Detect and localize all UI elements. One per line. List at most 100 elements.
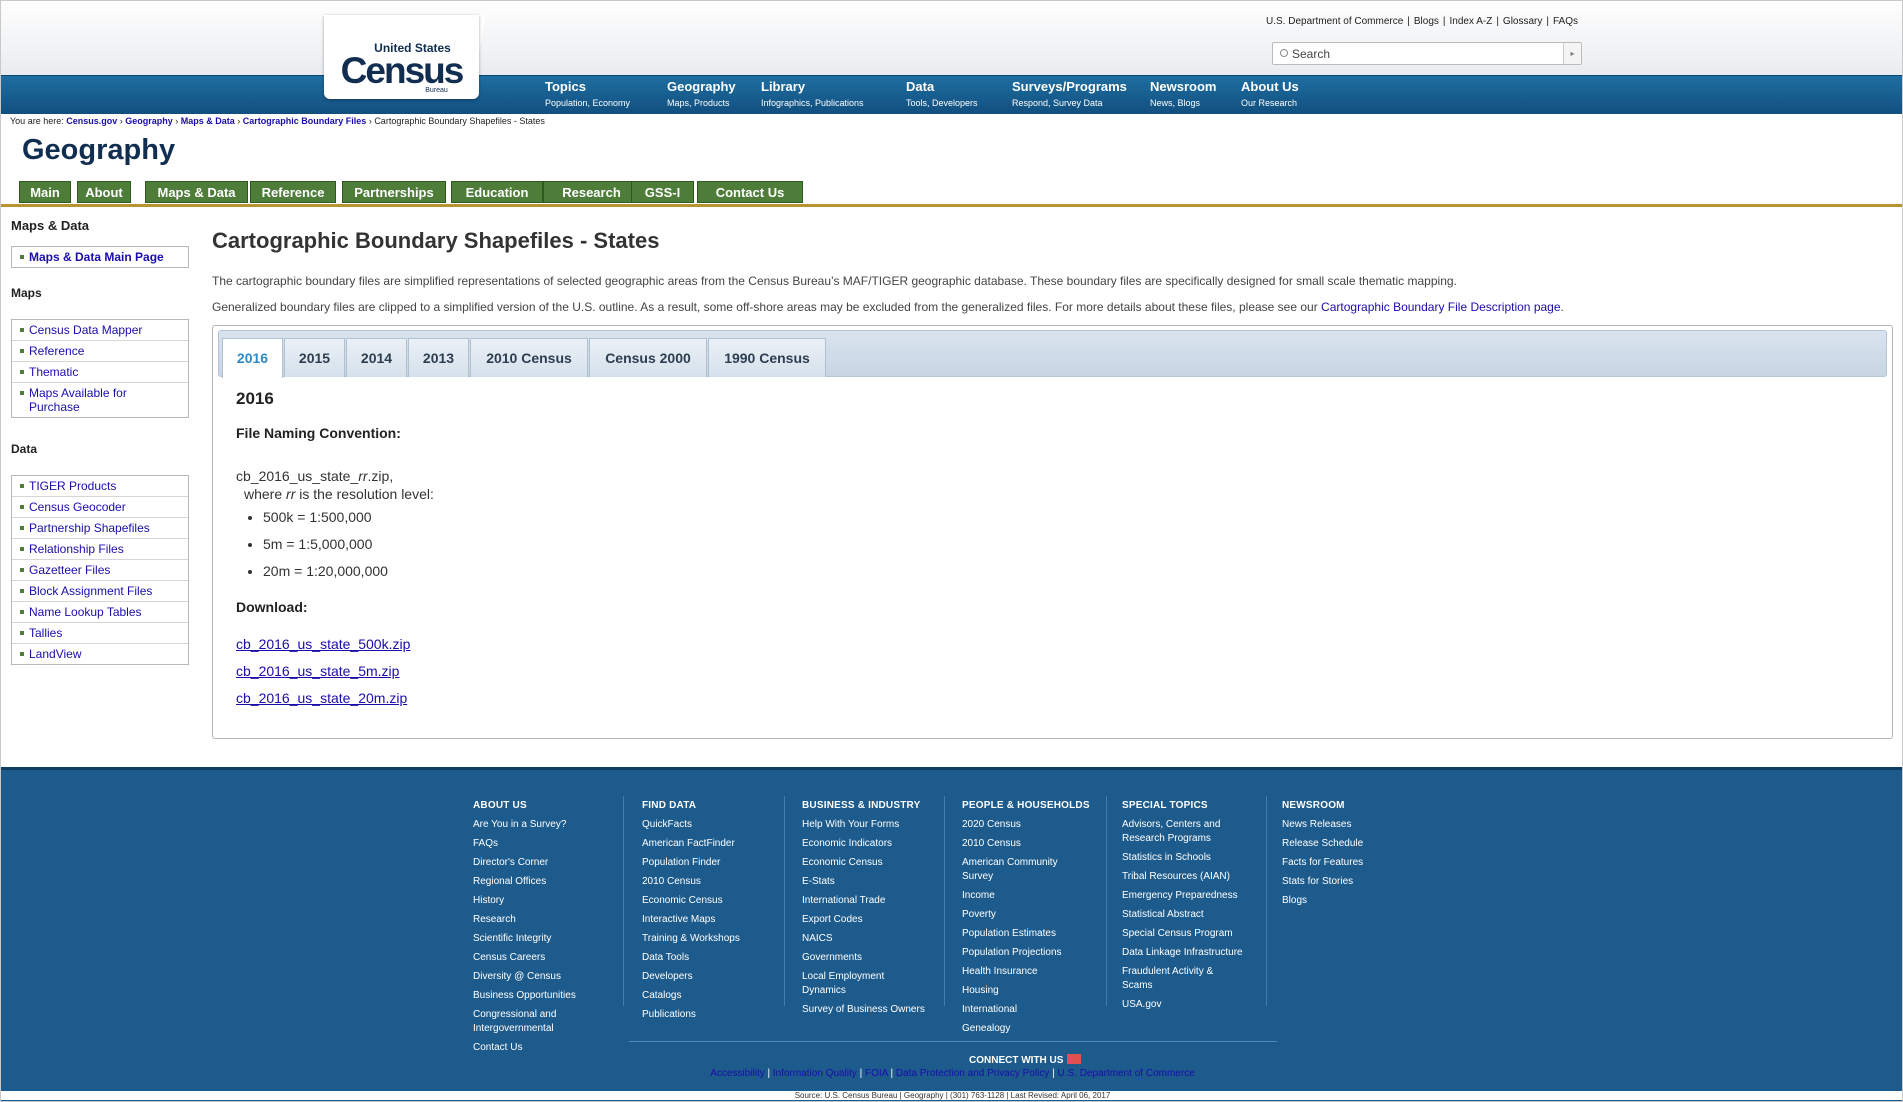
footer-link[interactable]: History (473, 894, 608, 908)
connect-with-us[interactable]: CONNECT WITH US (969, 1054, 1082, 1066)
footer-link[interactable]: Publications (642, 1008, 777, 1022)
sidebar-item-reference[interactable]: Reference (12, 341, 188, 362)
tab-2015[interactable]: 2015 (284, 338, 345, 377)
subnav-main[interactable]: Main (19, 181, 71, 203)
subnav-maps-data[interactable]: Maps & Data (145, 181, 248, 203)
sidebar-item-tallies[interactable]: Tallies (12, 623, 188, 644)
utility-link-commerce[interactable]: U.S. Department of Commerce (1266, 16, 1403, 27)
footer-link[interactable]: Local Employment Dynamics (802, 970, 902, 998)
footer-link[interactable]: Data Tools (642, 951, 777, 965)
sidebar-item-partnership[interactable]: Partnership Shapefiles (12, 518, 188, 539)
footer-link[interactable]: Governments (802, 951, 937, 965)
footer-link[interactable]: Catalogs (642, 989, 777, 1003)
footer-link[interactable]: Population Finder (642, 856, 777, 870)
footer-link[interactable]: Blogs (1282, 894, 1417, 908)
nav-topics[interactable]: Topics Population, Economy (545, 79, 630, 108)
footer-link[interactable]: Are You in a Survey? (473, 818, 608, 832)
tab-2014[interactable]: 2014 (346, 338, 407, 377)
footer-link[interactable]: Population Estimates (962, 927, 1097, 941)
footer-link-foia[interactable]: FOIA (865, 1068, 888, 1079)
footer-link[interactable]: Interactive Maps (642, 913, 777, 927)
footer-link[interactable]: Business Opportunities (473, 989, 608, 1003)
sidebar-item-main-page[interactable]: Maps & Data Main Page (12, 247, 188, 267)
nav-about-us[interactable]: About Us Our Research (1241, 79, 1299, 108)
footer-link-accessibility[interactable]: Accessibility (710, 1068, 764, 1079)
footer-link[interactable]: Statistics in Schools (1122, 851, 1257, 865)
footer-link[interactable]: Regional Offices (473, 875, 608, 889)
subnav-about[interactable]: About (77, 181, 131, 203)
footer-link-commerce[interactable]: U.S. Department of Commerce (1057, 1068, 1194, 1079)
search-submit-button[interactable]: ▸ (1563, 43, 1581, 64)
breadcrumb-link-maps-data[interactable]: Maps & Data (181, 116, 235, 126)
footer-link[interactable]: Census Careers (473, 951, 608, 965)
footer-link[interactable]: International (962, 1003, 1097, 1017)
sidebar-item-gazetteer[interactable]: Gazetteer Files (12, 560, 188, 581)
footer-link[interactable]: Scientific Integrity (473, 932, 608, 946)
tab-2010-census[interactable]: 2010 Census (470, 338, 588, 377)
breadcrumb-link-census[interactable]: Census.gov (66, 116, 117, 126)
footer-link[interactable]: Population Projections (962, 946, 1097, 960)
subnav-education[interactable]: Education (451, 181, 543, 203)
footer-link-privacy[interactable]: Data Protection and Privacy Policy (896, 1068, 1049, 1079)
subnav-gss-i[interactable]: GSS-I (631, 181, 694, 203)
footer-link[interactable]: Economic Census (642, 894, 777, 908)
footer-link[interactable]: Research (473, 913, 608, 927)
download-link-500k[interactable]: cb_2016_us_state_500k.zip (236, 636, 410, 652)
footer-link[interactable]: Economic Indicators (802, 837, 937, 851)
nav-data[interactable]: Data Tools, Developers (906, 79, 978, 108)
description-page-link[interactable]: Cartographic Boundary File Description p… (1321, 300, 1560, 314)
sidebar-item-thematic[interactable]: Thematic (12, 362, 188, 383)
utility-link-blogs[interactable]: Blogs (1414, 16, 1439, 27)
footer-link[interactable]: American FactFinder (642, 837, 777, 851)
footer-link[interactable]: NAICS (802, 932, 937, 946)
footer-link[interactable]: Congressional and Intergovernmental (473, 1008, 583, 1036)
subnav-contact-us[interactable]: Contact Us (697, 181, 803, 203)
footer-link[interactable]: Emergency Preparedness (1122, 889, 1257, 903)
download-link-5m[interactable]: cb_2016_us_state_5m.zip (236, 663, 399, 679)
tab-2013[interactable]: 2013 (408, 338, 469, 377)
nav-geography[interactable]: Geography Maps, Products (667, 79, 736, 108)
footer-link[interactable]: USA.gov (1122, 998, 1257, 1012)
footer-link[interactable]: Data Linkage Infrastructure (1122, 946, 1257, 960)
footer-link[interactable]: Training & Workshops (642, 932, 777, 946)
subnav-research[interactable]: Research (543, 181, 640, 203)
footer-link[interactable]: Contact Us (473, 1041, 608, 1055)
footer-link[interactable]: News Releases (1282, 818, 1417, 832)
footer-link[interactable]: Fraudulent Activity & Scams (1122, 965, 1232, 993)
footer-link[interactable]: Facts for Features (1282, 856, 1417, 870)
footer-link[interactable]: E-Stats (802, 875, 937, 889)
nav-surveys[interactable]: Surveys/Programs Respond, Survey Data (1012, 79, 1127, 108)
download-link-20m[interactable]: cb_2016_us_state_20m.zip (236, 690, 407, 706)
tab-census-2000[interactable]: Census 2000 (589, 338, 707, 377)
footer-link[interactable]: Release Schedule (1282, 837, 1417, 851)
sidebar-item-tiger[interactable]: TIGER Products (12, 476, 188, 497)
footer-link[interactable]: Economic Census (802, 856, 937, 870)
footer-link[interactable]: Developers (642, 970, 777, 984)
nav-library[interactable]: Library Infographics, Publications (761, 79, 864, 108)
footer-link[interactable]: 2010 Census (962, 837, 1097, 851)
footer-link[interactable]: International Trade (802, 894, 937, 908)
footer-link[interactable]: Poverty (962, 908, 1097, 922)
sidebar-item-relationship[interactable]: Relationship Files (12, 539, 188, 560)
footer-link[interactable]: FAQs (473, 837, 608, 851)
utility-link-glossary[interactable]: Glossary (1503, 16, 1542, 27)
subnav-reference[interactable]: Reference (250, 181, 336, 203)
utility-link-index[interactable]: Index A-Z (1450, 16, 1493, 27)
footer-link[interactable]: Help With Your Forms (802, 818, 937, 832)
tab-2016[interactable]: 2016 (222, 338, 283, 378)
sidebar-item-block-assignment[interactable]: Block Assignment Files (12, 581, 188, 602)
census-logo[interactable]: United States Census Bureau (324, 15, 479, 99)
utility-link-faqs[interactable]: FAQs (1553, 16, 1578, 27)
footer-link[interactable]: Statistical Abstract (1122, 908, 1257, 922)
nav-newsroom[interactable]: Newsroom News, Blogs (1150, 79, 1216, 108)
footer-link[interactable]: Housing (962, 984, 1097, 998)
footer-link[interactable]: American Community Survey (962, 856, 1072, 884)
sidebar-item-landview[interactable]: LandView (12, 644, 188, 664)
tab-1990-census[interactable]: 1990 Census (708, 338, 826, 377)
breadcrumb-link-geography[interactable]: Geography (125, 116, 173, 126)
footer-link[interactable]: Director's Corner (473, 856, 608, 870)
sidebar-item-data-mapper[interactable]: Census Data Mapper (12, 320, 188, 341)
footer-link[interactable]: Health Insurance (962, 965, 1097, 979)
footer-link[interactable]: 2010 Census (642, 875, 777, 889)
footer-link[interactable]: Diversity @ Census (473, 970, 608, 984)
